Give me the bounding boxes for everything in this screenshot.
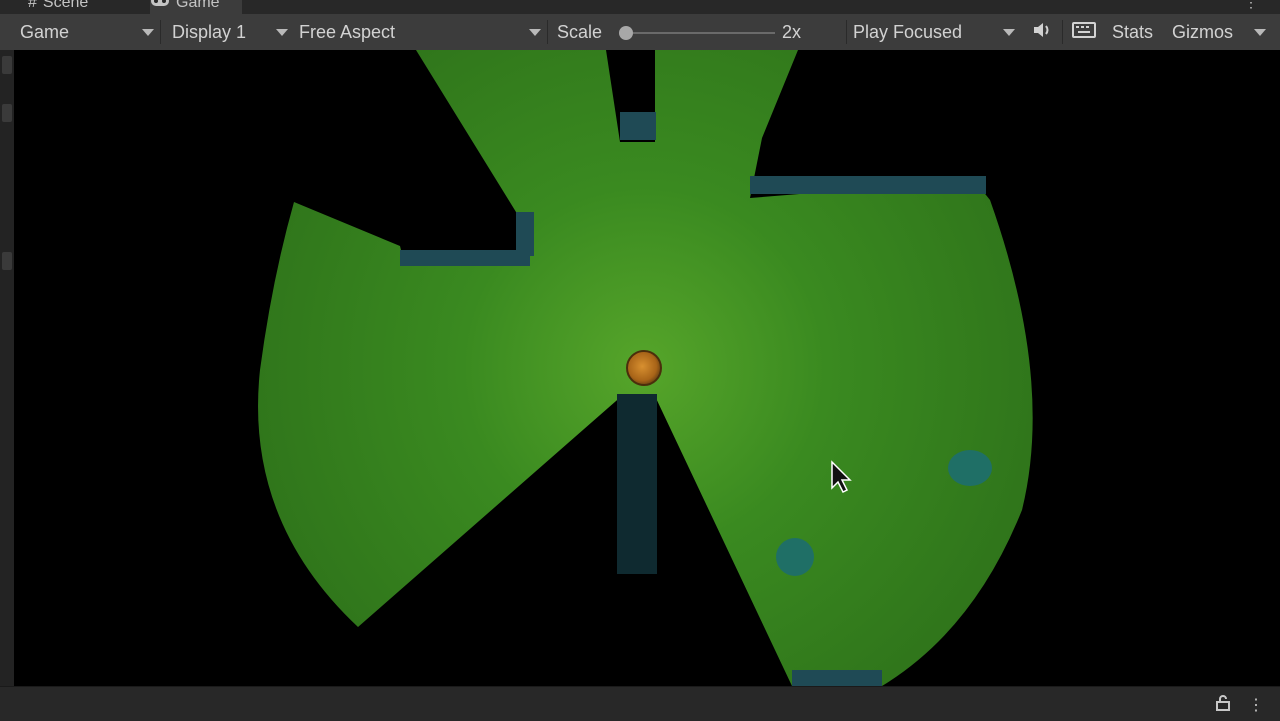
- scale-value: 2x: [782, 21, 802, 42]
- panel-handle[interactable]: [2, 104, 12, 122]
- lock-icon[interactable]: [1216, 695, 1230, 716]
- aspect-dropdown[interactable]: Free Aspect: [299, 14, 541, 50]
- tab-scene[interactable]: # Scene: [28, 0, 88, 14]
- divider: [160, 20, 161, 44]
- wall-segment: [400, 250, 530, 266]
- keyboard-icon: [1072, 21, 1096, 43]
- wall-segment: [516, 212, 534, 256]
- chevron-down-icon: [142, 28, 154, 36]
- chevron-down-icon: [276, 28, 288, 36]
- scale-slider-handle[interactable]: [619, 26, 633, 40]
- view-type-dropdown[interactable]: Game: [20, 14, 154, 50]
- play-mode-dropdown[interactable]: Play Focused: [853, 14, 1015, 50]
- window-tab-bar: # Scene Game ⋮: [0, 0, 1280, 14]
- scale-slider-track[interactable]: [625, 32, 775, 34]
- chevron-down-icon: [1254, 28, 1266, 36]
- stats-button[interactable]: Stats: [1112, 14, 1153, 50]
- view-type-value: Game: [20, 21, 70, 42]
- game-viewport[interactable]: [14, 50, 1280, 686]
- wall-segment: [750, 176, 986, 194]
- tab-scene-label: Scene: [42, 0, 89, 11]
- play-mode-value: Play Focused: [853, 21, 963, 42]
- wall-segment: [617, 394, 657, 574]
- display-dropdown[interactable]: Display 1: [172, 14, 288, 50]
- grid-icon: #: [28, 0, 37, 11]
- game-scene: [258, 50, 1033, 686]
- tab-game-label: Game: [176, 0, 220, 11]
- display-value: Display 1: [172, 21, 247, 42]
- gizmos-dropdown[interactable]: Gizmos: [1172, 14, 1266, 50]
- panel-handle[interactable]: [2, 252, 12, 270]
- panel-handle[interactable]: [2, 56, 12, 74]
- scale-label: Scale: [557, 21, 603, 42]
- chevron-down-icon: [529, 28, 541, 36]
- divider: [547, 20, 548, 44]
- more-options-icon[interactable]: ⋮: [1248, 695, 1264, 715]
- aspect-value: Free Aspect: [299, 21, 396, 42]
- orb: [948, 450, 992, 486]
- shortcuts-button[interactable]: [1072, 14, 1096, 50]
- gamepad-icon: [150, 0, 170, 12]
- divider: [1062, 20, 1063, 44]
- more-options-icon[interactable]: ⋮: [1244, 0, 1258, 11]
- orb: [776, 538, 814, 576]
- status-bar: ⋮: [0, 686, 1280, 721]
- wall-segment: [620, 112, 656, 140]
- tab-game[interactable]: Game: [150, 0, 242, 14]
- speaker-icon: [1032, 21, 1052, 44]
- player: [626, 350, 662, 386]
- chevron-down-icon: [1003, 28, 1015, 36]
- audio-mute-button[interactable]: [1032, 14, 1052, 50]
- gizmos-label: Gizmos: [1172, 21, 1234, 42]
- divider: [846, 20, 847, 44]
- left-panel-edge: [0, 50, 14, 686]
- wall-segment: [792, 670, 882, 686]
